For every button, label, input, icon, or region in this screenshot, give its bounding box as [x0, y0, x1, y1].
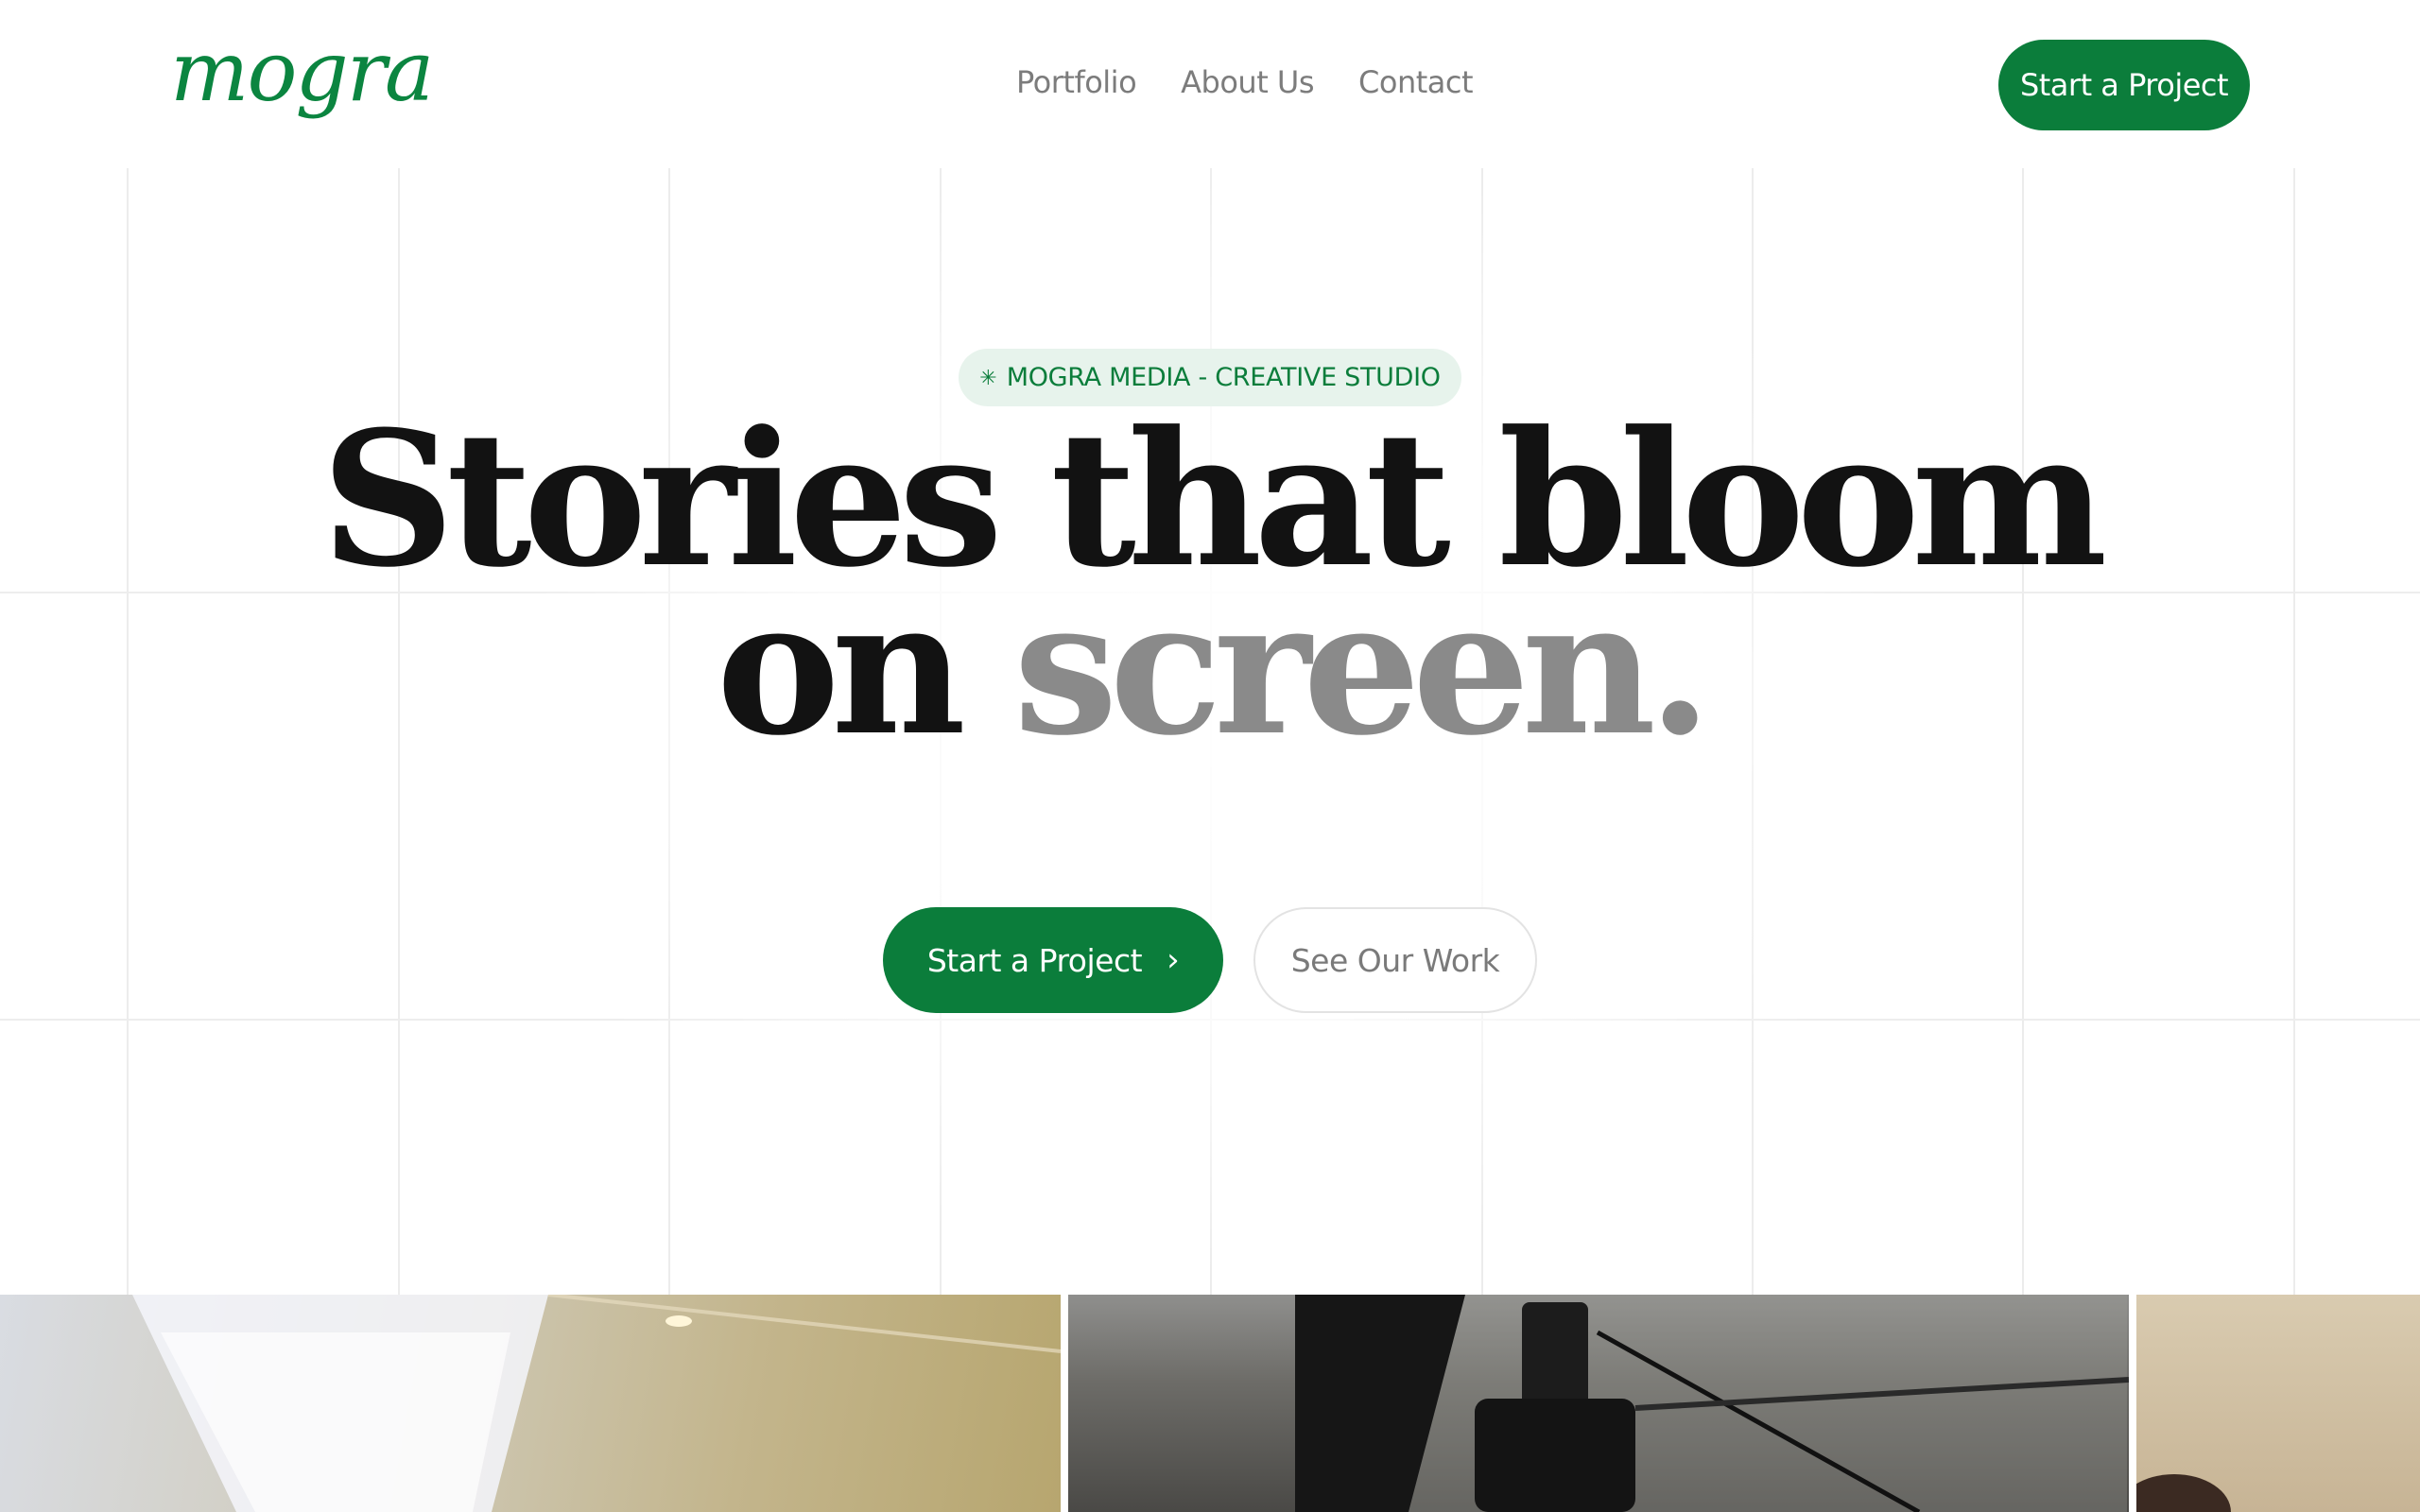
- sparkle-icon: ✳: [979, 365, 997, 389]
- chevron-right-icon: ›: [1167, 941, 1180, 979]
- nav-about-us-link[interactable]: About Us: [1181, 64, 1314, 100]
- start-project-button[interactable]: Start a Project ›: [883, 907, 1223, 1013]
- badge-text: MOGRA MEDIA - CREATIVE STUDIO: [1006, 363, 1441, 392]
- headline-line-2: on screen.: [0, 576, 2420, 761]
- headline-word-on: on: [716, 559, 966, 777]
- portrait-photo[interactable]: [2136, 1295, 2420, 1512]
- hero-headline: Stories that bloom on screen.: [0, 407, 2420, 761]
- header-start-project-button[interactable]: Start a Project: [1998, 40, 2250, 130]
- nav-portfolio-link[interactable]: Portfolio: [1016, 64, 1137, 100]
- site-header: mogra Portfolio About Us Contact Start a…: [0, 0, 2420, 168]
- main-nav: Portfolio About Us Contact: [1016, 64, 1474, 100]
- start-project-label: Start a Project: [926, 941, 1143, 979]
- headline-word-screen: screen.: [1013, 559, 1712, 777]
- hero-cta-row: Start a Project › See Our Work: [883, 907, 1537, 1013]
- mogra-logo[interactable]: mogra: [170, 26, 473, 140]
- nav-contact-link[interactable]: Contact: [1358, 64, 1474, 100]
- see-our-work-button[interactable]: See Our Work: [1253, 907, 1537, 1013]
- studio-lighting-photo[interactable]: [0, 1295, 1061, 1512]
- svg-text:mogra: mogra: [170, 26, 432, 120]
- camera-rig-photo[interactable]: [1068, 1295, 2129, 1512]
